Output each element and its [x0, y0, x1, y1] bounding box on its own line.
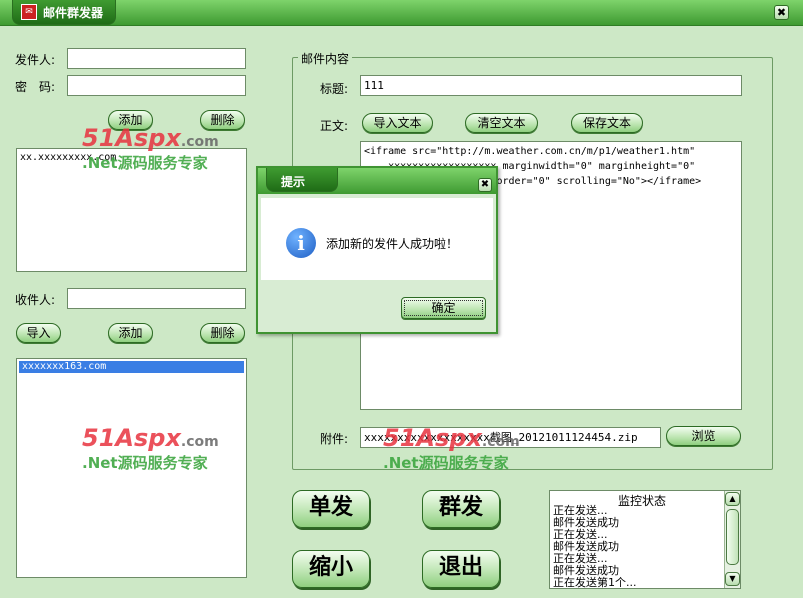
password-input[interactable]	[67, 75, 246, 96]
delete-recipient-button[interactable]: 删除	[200, 323, 245, 343]
close-icon[interactable]: ✖	[774, 5, 789, 20]
recipient-label: 收件人:	[15, 293, 56, 307]
dialog-title: 提示	[281, 175, 306, 189]
group-send-button[interactable]: 群发	[422, 490, 500, 528]
recipient-input[interactable]	[67, 288, 246, 309]
attachment-label: 附件:	[320, 432, 349, 446]
info-icon: i	[286, 228, 316, 258]
attachment-input[interactable]: xxxxxxxxxxxxxxxxxxx截图_20121011124454.zip	[360, 427, 661, 448]
scroll-down-icon[interactable]: ▼	[725, 572, 740, 586]
subject-label: 标题:	[320, 82, 349, 96]
add-sender-button[interactable]: 添加	[108, 110, 153, 130]
list-item[interactable]: xxxxxxx163.com	[19, 361, 244, 373]
window-titlebar[interactable]: ✉ 邮件群发器 ✖	[0, 0, 803, 26]
clear-text-button[interactable]: 清空文本	[465, 113, 538, 133]
log-line: 正在发送第1个...	[553, 576, 637, 589]
password-label: 密 码:	[15, 80, 56, 94]
recipient-list[interactable]: xxxxxxx163.com	[16, 358, 247, 578]
dialog-message: 添加新的发件人成功啦！	[326, 237, 459, 251]
app-icon: ✉	[21, 4, 37, 20]
monitor-scrollbar[interactable]: ▲ ▼	[724, 491, 740, 588]
import-recipient-button[interactable]: 导入	[16, 323, 61, 343]
exit-button[interactable]: 退出	[422, 550, 500, 588]
import-text-button[interactable]: 导入文本	[362, 113, 433, 133]
single-send-button[interactable]: 单发	[292, 490, 370, 528]
alert-dialog[interactable]: 提示 ✖ i 添加新的发件人成功啦！ 确定	[256, 166, 498, 334]
scroll-thumb[interactable]	[726, 509, 739, 565]
title-tab: ✉ 邮件群发器	[12, 0, 116, 25]
sender-label: 发件人:	[15, 53, 56, 67]
ok-button[interactable]: 确定	[401, 297, 486, 319]
browse-button[interactable]: 浏览	[666, 426, 741, 446]
mail-content-title: 邮件内容	[298, 50, 353, 67]
scroll-up-icon[interactable]: ▲	[725, 492, 740, 506]
monitor-log: 正在发送... 邮件发送成功 正在发送... 邮件发送成功 正在发送... 邮件…	[550, 505, 724, 589]
save-text-button[interactable]: 保存文本	[571, 113, 643, 133]
close-icon[interactable]: ✖	[478, 178, 492, 192]
dialog-titlebar[interactable]: 提示 ✖	[258, 168, 496, 194]
subject-input[interactable]: 111	[360, 75, 742, 96]
window-title: 邮件群发器	[43, 6, 104, 20]
monitor-panel[interactable]: 监控状态 正在发送... 邮件发送成功 正在发送... 邮件发送成功 正在发送.…	[549, 490, 741, 589]
list-item[interactable]: xx.xxxxxxxxx.com	[17, 152, 246, 164]
dialog-title-tab: 提示	[266, 168, 338, 192]
add-recipient-button[interactable]: 添加	[108, 323, 153, 343]
minimize-button[interactable]: 缩小	[292, 550, 370, 588]
body-label: 正文:	[320, 119, 349, 133]
sender-input[interactable]	[67, 48, 246, 69]
delete-sender-button[interactable]: 删除	[200, 110, 245, 130]
sender-list[interactable]: xx.xxxxxxxxx.com	[16, 148, 247, 272]
